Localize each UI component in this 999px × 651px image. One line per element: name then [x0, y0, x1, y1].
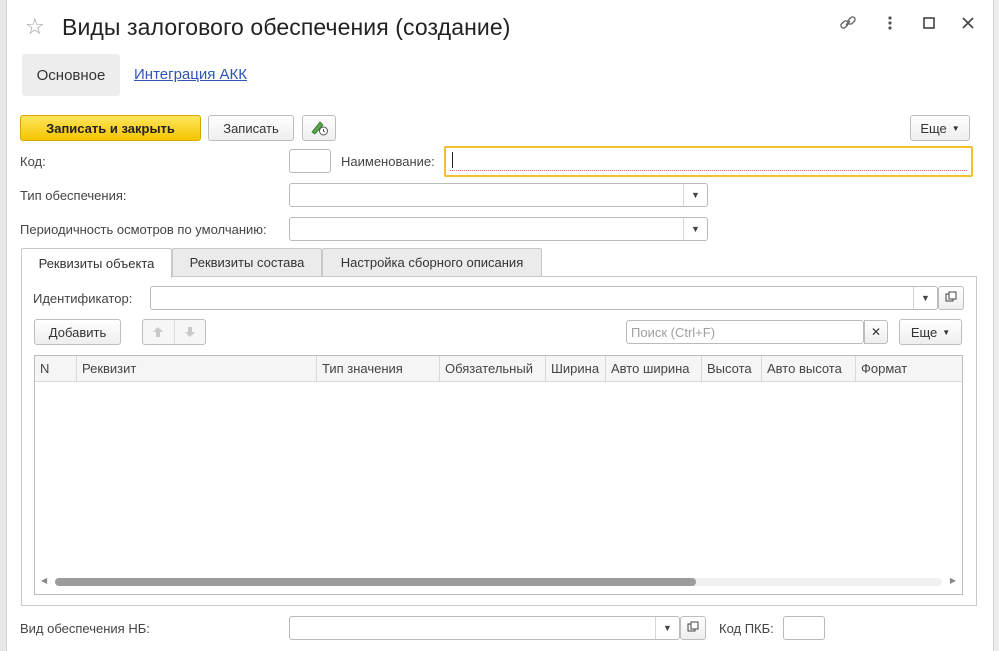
scroll-thumb[interactable] — [55, 578, 696, 586]
column-header-auto-width[interactable]: Авто ширина — [606, 356, 702, 382]
identifier-select[interactable]: ▼ — [150, 286, 938, 310]
tab-assembly-description[interactable]: Настройка сборного описания — [322, 248, 542, 276]
column-header-n[interactable]: N — [35, 356, 77, 382]
column-header-required[interactable]: Обязательный — [440, 356, 546, 382]
column-header-height[interactable]: Высота — [702, 356, 762, 382]
chevron-down-icon: ▼ — [951, 123, 960, 133]
code-input[interactable] — [289, 149, 331, 173]
close-icon[interactable] — [957, 14, 979, 35]
identifier-label: Идентификатор: — [33, 291, 133, 306]
open-identifier-button[interactable] — [938, 286, 964, 310]
security-type-label: Тип обеспечения: — [20, 188, 127, 203]
section-integration-link[interactable]: Интеграция АКК — [134, 66, 247, 83]
tab-composition-requisites[interactable]: Реквизиты состава — [172, 248, 322, 276]
background-left-window — [0, 0, 7, 651]
nb-type-select[interactable]: ▼ — [289, 616, 680, 640]
horizontal-scrollbar[interactable]: ◀ ▶ — [41, 576, 956, 588]
clear-search-button[interactable]: ✕ — [864, 320, 888, 344]
open-form-icon — [945, 291, 957, 306]
code-label: Код: — [20, 154, 46, 169]
kebab-menu-icon[interactable] — [879, 14, 901, 37]
inspection-period-label: Периодичность осмотров по умолчанию: — [20, 222, 267, 237]
move-down-icon[interactable] — [175, 320, 206, 344]
tab-object-requisites[interactable]: Реквизиты объекта — [21, 248, 172, 278]
inspection-period-select[interactable]: ▼ — [289, 217, 708, 241]
more-button[interactable]: Еще ▼ — [910, 115, 970, 141]
add-button[interactable]: Добавить — [34, 319, 121, 345]
search-input[interactable]: Поиск (Ctrl+F) — [626, 320, 864, 344]
edit-history-icon — [309, 118, 329, 139]
open-form-icon — [687, 621, 699, 636]
tab-panel: Идентификатор: ▼ Добавить Поиск (Ctrl+F)… — [21, 276, 977, 606]
pkb-code-input[interactable] — [783, 616, 825, 640]
move-buttons — [142, 319, 206, 345]
dropdown-arrow-icon[interactable]: ▼ — [655, 617, 679, 639]
maximize-icon[interactable] — [918, 14, 940, 35]
background-right-window — [993, 0, 999, 651]
column-header-value-type[interactable]: Тип значения — [317, 356, 440, 382]
text-caret — [452, 152, 453, 168]
move-up-icon[interactable] — [143, 320, 175, 344]
panel-more-button[interactable]: Еще ▼ — [899, 319, 962, 345]
clear-search-icon: ✕ — [870, 325, 882, 339]
panel-more-label: Еще — [910, 324, 938, 340]
name-label: Наименование: — [341, 154, 435, 169]
dropdown-arrow-icon[interactable]: ▼ — [913, 287, 937, 309]
column-header-requisite[interactable]: Реквизит — [77, 356, 317, 382]
more-button-label: Еще — [920, 120, 947, 136]
dropdown-arrow-icon[interactable]: ▼ — [683, 218, 707, 240]
form-window: ☆ Виды залогового обеспечения (создание)… — [7, 0, 993, 651]
required-field-underline — [450, 170, 967, 171]
star-icon[interactable]: ☆ — [25, 14, 45, 40]
security-type-select[interactable]: ▼ — [289, 183, 708, 207]
nb-type-label: Вид обеспечения НБ: — [20, 621, 150, 636]
chevron-down-icon: ▼ — [942, 327, 951, 337]
name-input[interactable] — [444, 146, 973, 177]
window-title: Виды залогового обеспечения (создание) — [62, 14, 511, 40]
save-button[interactable]: Записать — [208, 115, 294, 141]
scroll-left-icon[interactable]: ◀ — [41, 576, 47, 585]
dropdown-arrow-icon[interactable]: ▼ — [683, 184, 707, 206]
section-main[interactable]: Основное — [22, 54, 120, 96]
column-header-format[interactable]: Формат — [856, 356, 962, 382]
requisites-table[interactable]: N Реквизит Тип значения Обязательный Шир… — [34, 355, 963, 595]
edit-history-button[interactable] — [302, 115, 336, 141]
save-and-close-button[interactable]: Записать и закрыть — [20, 115, 201, 141]
pkb-code-label: Код ПКБ: — [719, 621, 774, 636]
scroll-right-icon[interactable]: ▶ — [950, 576, 956, 585]
column-header-auto-height[interactable]: Авто высота — [762, 356, 856, 382]
link-icon[interactable] — [837, 14, 859, 37]
open-nb-type-button[interactable] — [680, 616, 706, 640]
column-header-width[interactable]: Ширина — [546, 356, 606, 382]
